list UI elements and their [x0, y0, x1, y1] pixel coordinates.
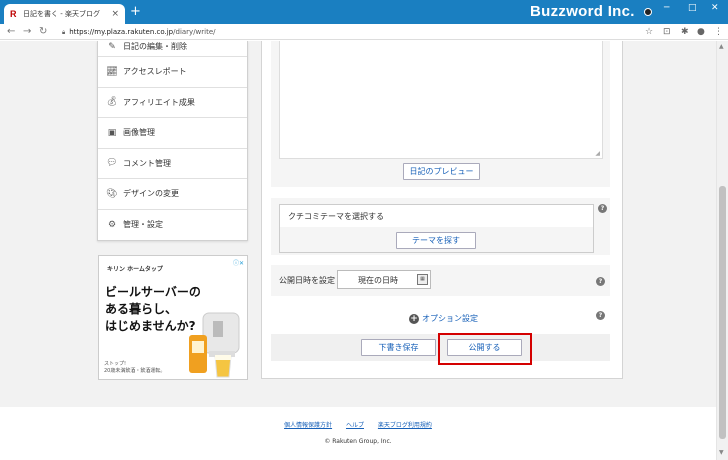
help-icon[interactable]: ?: [598, 204, 607, 213]
ad-choices-icon[interactable]: ⓘ✕: [233, 258, 244, 267]
preview-button[interactable]: 日記のプレビュー: [403, 163, 480, 180]
calendar-icon[interactable]: ▦: [417, 274, 428, 285]
profile-icon[interactable]: [644, 8, 652, 16]
sidebar-item-label: 管理・設定: [123, 220, 163, 230]
sidebar-item-settings[interactable]: ⚙︎ 管理・設定: [98, 210, 247, 241]
browser-tab[interactable]: R 日記を書く - 楽天ブログ ×: [4, 4, 125, 24]
publish-date-value: 現在の日時: [358, 276, 398, 285]
option-settings-link[interactable]: + オプション設定: [409, 313, 478, 324]
url-host: https://my.plaza.rakuten.co.jp: [69, 28, 174, 36]
lock-icon: 🔒︎: [62, 29, 66, 36]
palette-icon: 🎨︎: [106, 188, 118, 199]
publish-date-label: 公開日時を設定: [279, 276, 335, 285]
terms-link[interactable]: 楽天ブログ利用規約: [378, 422, 432, 429]
sidebar-item-affiliate[interactable]: 💰︎ アフィリエイト成果: [98, 88, 247, 118]
new-tab-button[interactable]: +: [130, 5, 141, 19]
highlight-box: [438, 333, 532, 365]
sidebar-item-label: コメント管理: [123, 158, 171, 168]
chart-icon: 📈︎: [106, 66, 118, 77]
sidebar-menu: ✎ 日記の編集・削除 📈︎ アクセスレポート 💰︎ アフィリエイト成果 ▣ 画像…: [97, 41, 248, 241]
browser-toolbar: ← → ↻ 🔒︎ https://my.plaza.rakuten.co.jp/d…: [0, 24, 728, 40]
brand-watermark: Buzzword Inc.: [530, 3, 635, 20]
diary-body-textarea[interactable]: ◢: [279, 41, 603, 159]
edit-icon: ✎: [108, 42, 116, 52]
option-settings-label: オプション設定: [422, 314, 478, 323]
image-icon: ▣: [107, 127, 117, 138]
maximize-button[interactable]: □: [688, 3, 697, 13]
vertical-scrollbar[interactable]: ▲ ▼: [716, 41, 728, 460]
sidebar-item-edit[interactable]: ✎ 日記の編集・削除: [98, 41, 247, 57]
account-icon[interactable]: ●: [697, 26, 705, 38]
tab-close-icon[interactable]: ×: [111, 9, 119, 19]
sidebar-item-label: 日記の編集・削除: [123, 42, 187, 51]
tab-search-icon[interactable]: ⊡: [663, 26, 671, 38]
tab-title: 日記を書く - 楽天ブログ: [23, 10, 100, 18]
publish-date-field[interactable]: 現在の日時 ▦: [337, 270, 431, 289]
sidebar-item-design[interactable]: 🎨︎ デザインの変更: [98, 179, 247, 210]
page-content: ✎ 日記の編集・削除 📈︎ アクセスレポート 💰︎ アフィリエイト成果 ▣ 画像…: [0, 41, 716, 460]
save-draft-button[interactable]: 下書き保存: [361, 339, 436, 356]
search-theme-button[interactable]: テーマを探す: [396, 232, 476, 249]
close-window-button[interactable]: ✕: [711, 3, 719, 13]
url-path: /diary/write/: [173, 28, 216, 36]
ad-brand: キリン ホームタップ: [107, 266, 163, 273]
scroll-up-icon[interactable]: ▲: [719, 43, 724, 50]
gear-icon: ⚙︎: [107, 219, 117, 230]
scroll-down-icon[interactable]: ▼: [719, 449, 724, 456]
page-footer: 個人情報保護方針 ヘルプ 楽天ブログ利用規約 © Rakuten Group, …: [0, 407, 716, 460]
rakuten-favicon-icon: R: [10, 8, 17, 19]
browser-titlebar: R 日記を書く - 楽天ブログ × + Buzzword Inc. ─ □ ✕: [0, 0, 728, 24]
sidebar-item-label: デザインの変更: [123, 189, 179, 199]
privacy-policy-link[interactable]: 個人情報保護方針: [284, 422, 332, 429]
extensions-icon[interactable]: ✱: [681, 26, 689, 38]
back-icon[interactable]: ←: [7, 26, 15, 38]
sidebar-item-access-report[interactable]: 📈︎ アクセスレポート: [98, 57, 247, 88]
sidebar-item-images[interactable]: ▣ 画像管理: [98, 118, 247, 149]
sidebar-item-comments[interactable]: 💬︎ コメント管理: [98, 149, 247, 179]
help-icon[interactable]: ?: [596, 277, 605, 286]
sidebar-item-label: 画像管理: [123, 128, 155, 138]
sidebar-item-label: アクセスレポート: [123, 67, 187, 77]
advertisement[interactable]: キリン ホームタップ ⓘ✕ ビールサーバーの ある暮らし、 はじめませんか? ス…: [98, 255, 248, 380]
theme-label: クチコミテーマを選択する: [288, 212, 384, 221]
address-bar[interactable]: 🔒︎ https://my.plaza.rakuten.co.jp/diary/w…: [62, 26, 216, 39]
reload-icon[interactable]: ↻: [39, 26, 47, 38]
menu-icon[interactable]: ⋮: [714, 26, 723, 38]
comment-icon: 💬︎: [106, 158, 118, 169]
forward-icon[interactable]: →: [23, 26, 31, 38]
star-icon[interactable]: ☆: [645, 26, 653, 38]
beer-server-image: [189, 312, 240, 378]
help-icon[interactable]: ?: [596, 311, 605, 320]
scroll-thumb[interactable]: [719, 186, 726, 439]
help-link[interactable]: ヘルプ: [346, 422, 364, 429]
plus-icon: +: [409, 313, 419, 324]
footer-links: 個人情報保護方針 ヘルプ 楽天ブログ利用規約: [0, 420, 716, 429]
ad-disclaimer: ストップ! 20歳未満飲酒・飲酒運転。: [104, 361, 166, 374]
money-bag-icon: 💰︎: [106, 97, 118, 108]
copyright: © Rakuten Group, Inc.: [324, 438, 392, 445]
minimize-button[interactable]: ─: [664, 3, 669, 13]
resize-handle-icon[interactable]: ◢: [595, 150, 600, 157]
sidebar-item-label: アフィリエイト成果: [123, 97, 195, 107]
